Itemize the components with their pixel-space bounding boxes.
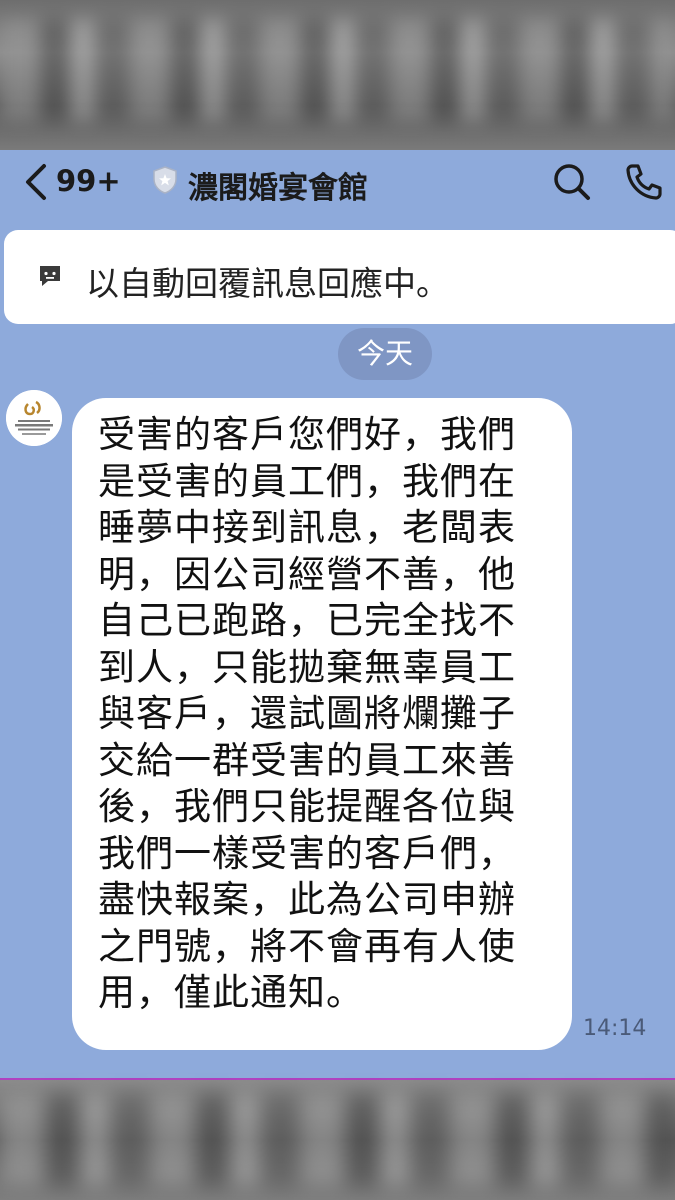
message-time: 14:14 — [583, 1016, 647, 1041]
message-line: 之門號，將不會再有人使 — [98, 924, 516, 968]
shield-icon — [153, 166, 177, 194]
blurred-bottom-region — [0, 1080, 675, 1200]
message-line: 後，我們只能提醒各位與 — [98, 785, 516, 828]
message-text: 受害的客戶您們好，我們 是受害的員工們，我們在 睡夢中接到訊息，老闆表 明，因公司經營… — [98, 412, 550, 1017]
message-line: 睡夢中接到訊息，老闆表 — [98, 506, 516, 549]
message-bubble[interactable]: 受害的客戶您們好，我們 是受害的員工們，我們在 睡夢中接到訊息，老闆表 明，因公司經營… — [72, 398, 572, 1050]
back-chevron-icon[interactable] — [22, 162, 50, 202]
search-icon[interactable] — [550, 160, 594, 204]
message-line: 我們一樣受害的客戶們， — [98, 831, 516, 875]
auto-reply-text: 以自動回覆訊息回應中。 — [86, 264, 449, 303]
message-line: 是受害的員工們，我們在 — [98, 459, 516, 503]
avatar-logo — [6, 390, 62, 446]
chat-header: 99+ 濃閣婚宴會館 — [0, 150, 675, 216]
message-line: 受害的客戶您們好，我們 — [98, 413, 516, 456]
message-line: 與客戶，還試圖將爛攤子 — [98, 692, 516, 735]
auto-reply-banner: 以自動回覆訊息回應中。 — [4, 230, 675, 324]
date-separator: 今天 — [338, 328, 432, 380]
blurred-top-region — [0, 0, 675, 150]
chat-title: 濃閣婚宴會館 — [188, 171, 368, 206]
avatar[interactable] — [6, 390, 62, 446]
message-line: 用，僅此通知。 — [98, 971, 364, 1014]
message-line: 盡快報案，此為公司申辦 — [98, 878, 516, 921]
auto-reply-icon — [40, 266, 60, 286]
unread-count[interactable]: 99+ — [56, 164, 121, 198]
message-line: 明，因公司經營不善，他 — [98, 552, 516, 596]
message-line: 到人，只能拋棄無辜員工 — [98, 645, 516, 689]
chat-screen: 99+ 濃閣婚宴會館 以自動回覆訊息回應中。 今天 受害的客戶您們好，我們 是受… — [0, 150, 675, 1080]
message-line: 交給一群受害的員工來善 — [98, 738, 516, 782]
message-line: 自己已跑路，已完全找不 — [98, 599, 516, 642]
phone-icon[interactable] — [622, 160, 666, 204]
